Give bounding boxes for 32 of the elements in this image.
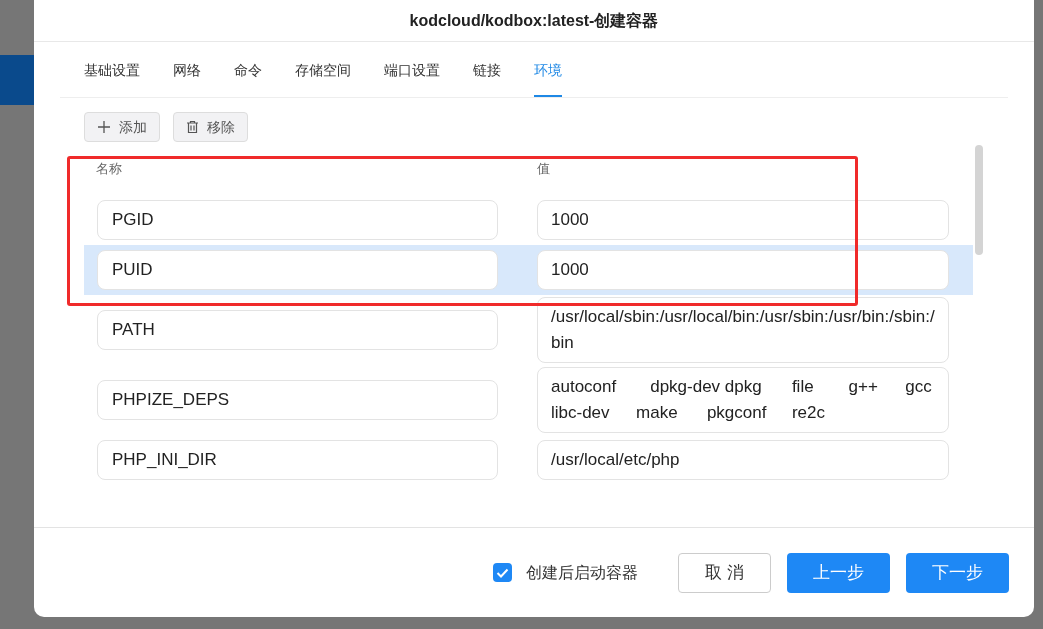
tab[interactable]: 链接	[473, 42, 501, 97]
dialog-title: kodcloud/kodbox:latest-创建容器	[409, 10, 659, 31]
value-field[interactable]: 1000	[537, 250, 949, 290]
checkbox-label: 创建后启动容器	[526, 562, 638, 583]
tab[interactable]: 环境	[534, 42, 562, 97]
check-icon	[496, 567, 509, 578]
value-field[interactable]: 1000	[537, 200, 949, 240]
tab[interactable]: 存储空间	[295, 42, 351, 97]
value-field[interactable]: autoconf dpkg-dev dpkg file g++ gcc libc-dev make pkgconf re2c	[537, 367, 949, 433]
name-field[interactable]: PHP_INI_DIR	[97, 440, 498, 480]
tab[interactable]: 端口设置	[384, 42, 440, 97]
tab[interactable]: 命令	[234, 42, 262, 97]
plus-icon	[97, 120, 111, 134]
remove-button[interactable]: 移除	[173, 112, 248, 142]
value-field[interactable]: /usr/local/etc/php	[537, 440, 949, 480]
sidebar-highlight	[0, 55, 34, 105]
add-button[interactable]: 添加	[84, 112, 160, 142]
column-header: 值	[537, 160, 550, 178]
value-field[interactable]: /usr/local/sbin:/usr/local/bin:/usr/sbin:/usr/bin:/sbin:/bin	[537, 297, 949, 363]
checkbox[interactable]	[493, 563, 512, 582]
name-field[interactable]: PGID	[97, 200, 498, 240]
tab[interactable]: 网络	[173, 42, 201, 97]
name-field[interactable]: PUID	[97, 250, 498, 290]
cancel-button[interactable]: 取 消	[678, 552, 771, 593]
previous-button[interactable]: 上一步	[787, 552, 890, 593]
column-header: 名称	[95, 160, 123, 178]
name-field[interactable]: PHPIZE_DEPS	[97, 380, 498, 420]
next-button[interactable]: 下一步	[906, 552, 1009, 593]
table-row[interactable]: PUID 1000	[84, 245, 973, 295]
name-field[interactable]: PATH	[97, 310, 498, 350]
tab[interactable]: 基础设置	[84, 42, 140, 97]
trash-icon	[186, 120, 199, 134]
